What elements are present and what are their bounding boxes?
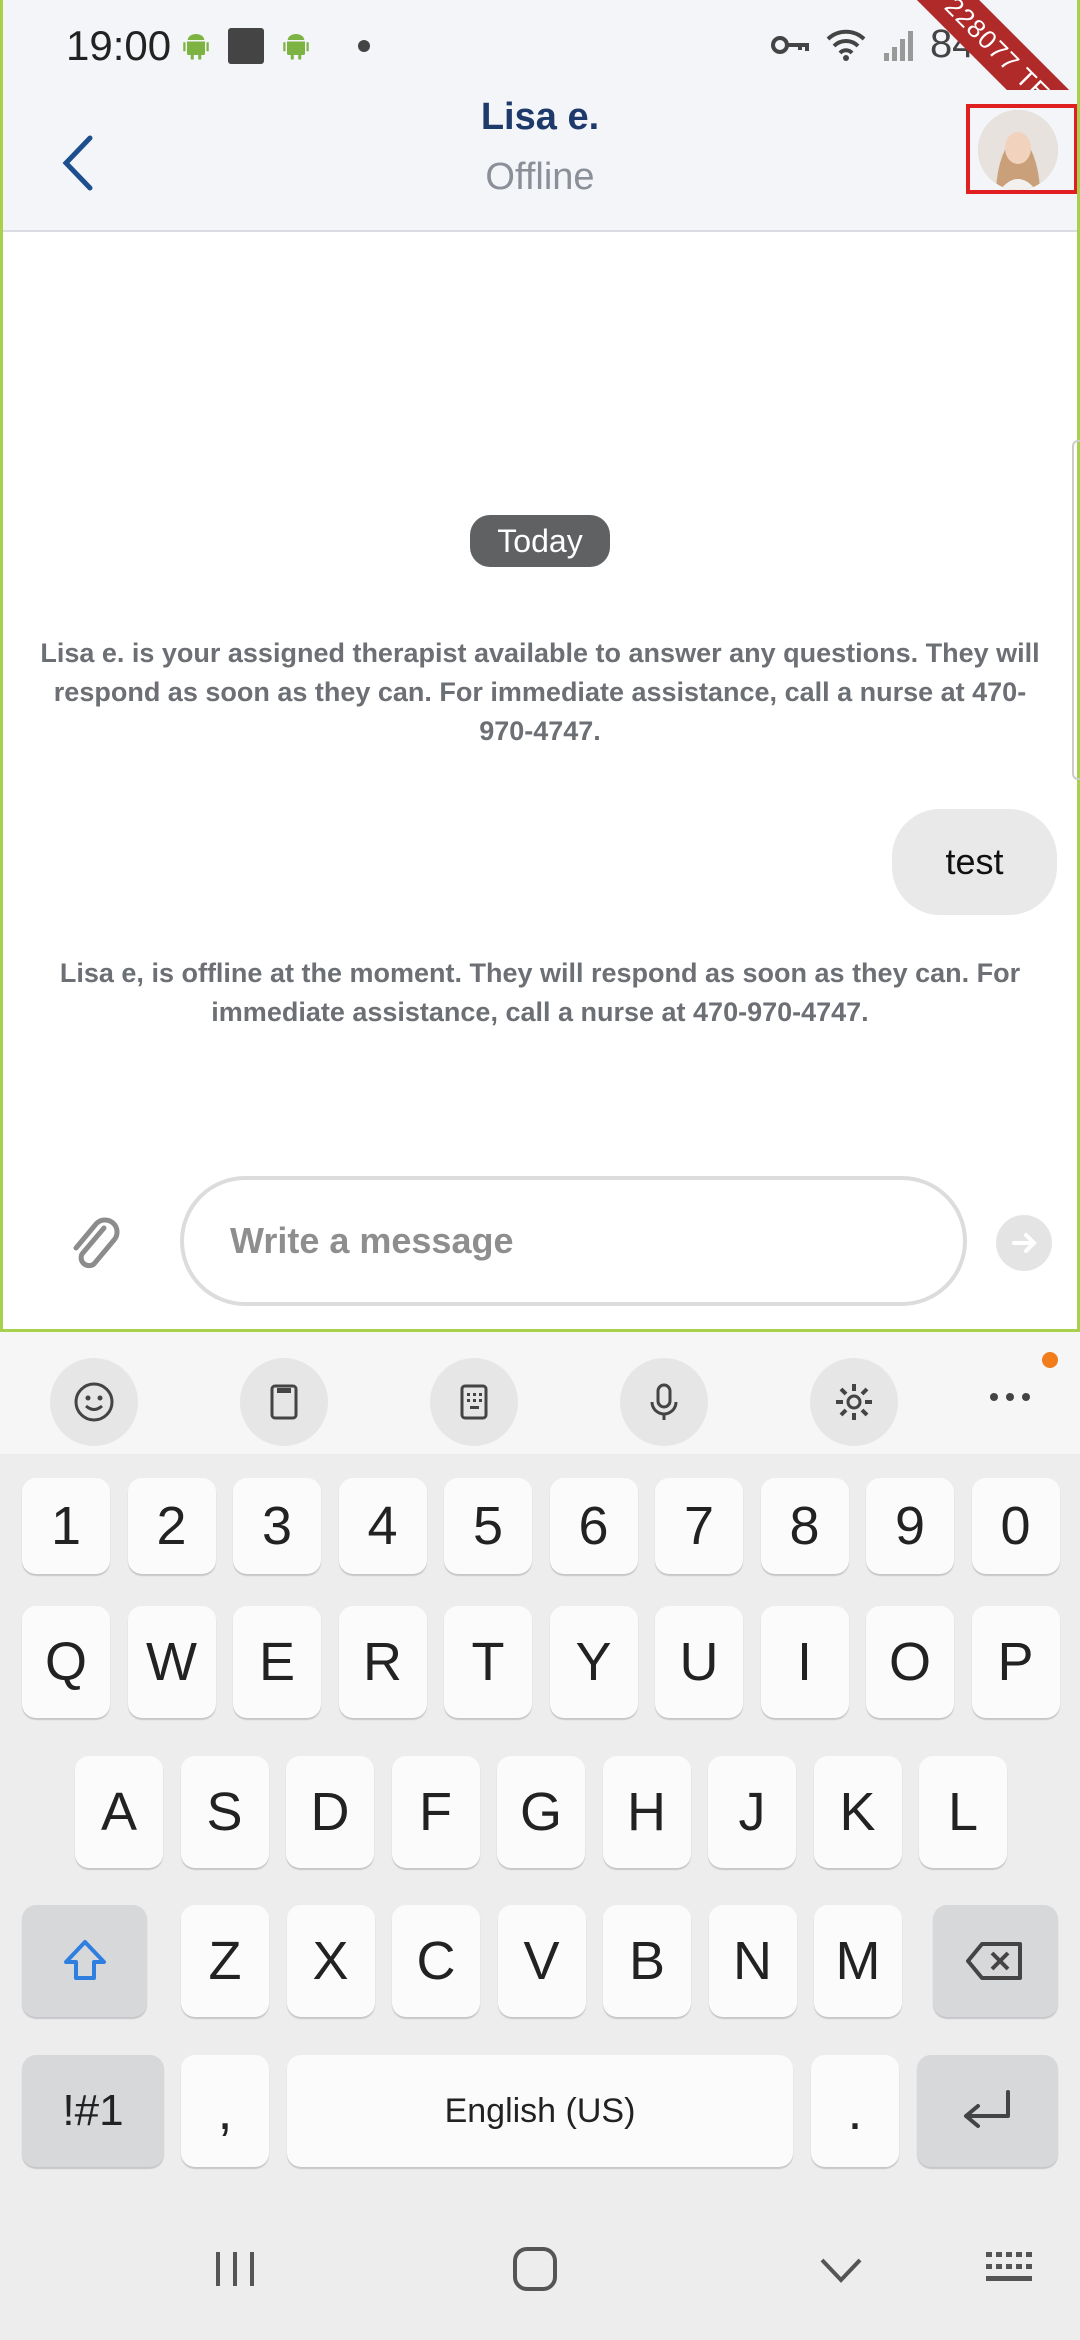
key-c[interactable]: C [392,1905,480,2017]
key-k[interactable]: K [813,1756,902,1868]
home-icon[interactable] [510,2244,560,2294]
outgoing-message-bubble[interactable]: test [892,809,1057,915]
keypad-icon [460,1384,488,1420]
key-p[interactable]: P [971,1606,1060,1718]
key-f[interactable]: F [391,1756,480,1868]
key-3[interactable]: 3 [233,1478,321,1574]
more-notifications-icon [358,40,370,52]
symbols-key[interactable]: !#1 [22,2055,164,2167]
backspace-key[interactable] [933,1905,1058,2017]
shift-arrow-icon [63,1940,106,1980]
notification-dot [1042,1352,1058,1368]
send-button[interactable] [996,1215,1052,1271]
scroll-indicator[interactable] [1072,440,1080,780]
enter-key[interactable] [917,2055,1058,2167]
system-message: Lisa e, is offline at the moment. They w… [59,958,1021,1027]
period-key[interactable]: . [811,2055,899,2167]
status-bar: 19:00 84% 228077 TEST [0,0,1080,170]
key-6[interactable]: 6 [549,1478,638,1574]
recent-apps-icon[interactable] [212,2244,258,2294]
android-icon [283,34,309,60]
key-1[interactable]: 1 [22,1478,110,1574]
contact-name: Lisa e. [480,96,600,138]
backspace-icon [965,1942,1022,1980]
key-2[interactable]: 2 [127,1478,216,1574]
key-s[interactable]: S [180,1756,269,1868]
key-u[interactable]: U [655,1606,743,1718]
key-l[interactable]: L [919,1756,1007,1868]
chat-header: Lisa e. Offline [0,90,1080,232]
key-o[interactable]: O [866,1606,954,1718]
key-e[interactable]: E [233,1606,321,1718]
key-t[interactable]: T [444,1606,532,1718]
microphone-icon [650,1383,678,1420]
key-v[interactable]: V [497,1905,586,2017]
key-9[interactable]: 9 [866,1478,954,1574]
key-r[interactable]: R [338,1606,427,1718]
status-time: 19:00 [66,22,172,69]
signal-icon [883,30,913,61]
status-notification-icons [178,28,370,64]
attach-button[interactable] [64,1210,124,1280]
key-i[interactable]: I [760,1606,849,1718]
key-4[interactable]: 4 [338,1478,427,1574]
key-d[interactable]: D [286,1756,374,1868]
back-icon[interactable] [818,2250,864,2290]
space-key[interactable]: English (US) [287,2055,793,2167]
voice-input-button[interactable] [620,1358,708,1446]
android-icon [183,34,209,60]
key-5[interactable]: 5 [444,1478,532,1574]
image-notification-icon [228,28,264,64]
shift-key[interactable] [22,1905,147,2017]
emoji-button[interactable] [50,1358,138,1446]
vpn-key-icon [770,35,809,54]
system-nav-bar [0,2200,1080,2340]
key-7[interactable]: 7 [655,1478,743,1574]
key-y[interactable]: Y [549,1606,638,1718]
keyboard-toolbar [0,1332,1080,1454]
soft-keyboard: 1234567890 QWERTYUIOP ASDFGHJKL ZXCVBNM … [0,1332,1080,2340]
arrow-right-icon [1012,1233,1037,1253]
key-0[interactable]: 0 [971,1478,1060,1574]
keyboard-toggle-icon[interactable] [984,2248,1040,2288]
contact-status: Offline [485,156,595,198]
key-z[interactable]: Z [181,1905,269,2017]
emoji-icon [74,1382,114,1422]
key-8[interactable]: 8 [760,1478,849,1574]
key-a[interactable]: A [75,1756,163,1868]
enter-icon [963,2090,1010,2128]
key-h[interactable]: H [602,1756,691,1868]
system-message: Lisa e. is your assigned therapist avail… [40,638,1040,746]
wifi-icon [826,29,866,61]
key-n[interactable]: N [708,1905,797,2017]
key-x[interactable]: X [286,1905,375,2017]
message-input[interactable] [180,1176,967,1306]
key-b[interactable]: B [603,1905,691,2017]
avatar-button[interactable] [966,104,1078,194]
avatar [978,110,1058,190]
key-j[interactable]: J [708,1756,796,1868]
clipboard-icon [270,1384,298,1420]
settings-icon [836,1384,872,1420]
key-m[interactable]: M [814,1905,902,2017]
keyboard-settings-button[interactable] [810,1358,898,1446]
comma-key[interactable]: , [181,2055,269,2167]
key-q[interactable]: Q [22,1606,110,1718]
key-g[interactable]: G [497,1756,585,1868]
clipboard-button[interactable] [240,1358,328,1446]
paperclip-icon [73,1217,120,1269]
more-icon[interactable] [990,1382,1040,1412]
date-separator: Today [470,515,610,567]
key-w[interactable]: W [127,1606,216,1718]
keypad-button[interactable] [430,1358,518,1446]
